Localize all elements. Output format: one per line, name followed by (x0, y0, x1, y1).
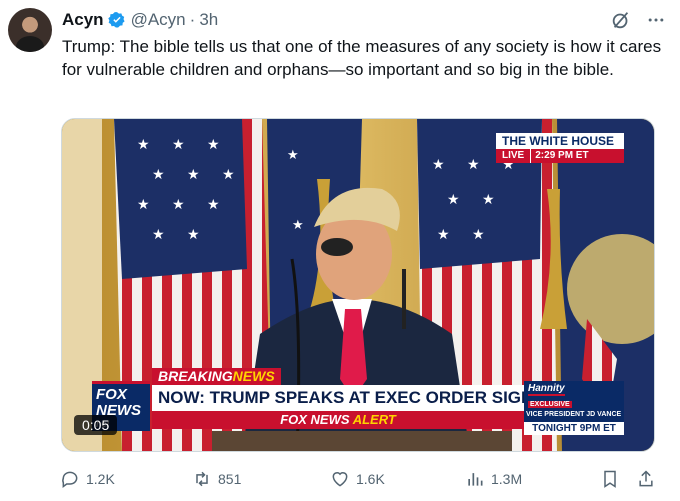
svg-text:★: ★ (207, 196, 220, 212)
svg-text:★: ★ (482, 191, 495, 207)
grok-icon[interactable] (610, 9, 632, 31)
reply-icon (62, 471, 78, 488)
promo-guest: VICE PRESIDENT JD VANCE (526, 411, 622, 418)
like-button[interactable]: 1.6K (330, 468, 385, 490)
tweet-header: Acyn @Acyn · 3h (62, 9, 666, 31)
svg-text:★: ★ (287, 147, 299, 162)
alert-word: ALERT (352, 412, 396, 427)
location-tag: THE WHITE HOUSE LIVE 2:29 PM ET (496, 133, 624, 163)
breaking-news-word: NEWS (232, 368, 275, 384)
reply-button[interactable]: 1.2K (60, 468, 115, 490)
breaking-label: BREAKING (158, 368, 233, 384)
views-button[interactable]: 1.3M (465, 468, 522, 490)
video-timestamp: 0:05 (74, 415, 118, 435)
author-name[interactable]: Acyn (62, 10, 104, 30)
reply-count: 1.2K (86, 471, 115, 487)
location-tag-label: THE WHITE HOUSE (496, 133, 624, 149)
svg-text:★: ★ (172, 136, 185, 152)
views-count: 1.3M (491, 471, 523, 487)
views-chart-icon (468, 473, 483, 486)
separator-dot: · (189, 10, 196, 29)
live-badge: LIVE (496, 149, 531, 163)
svg-text:★: ★ (137, 136, 150, 152)
video-player[interactable]: ★★★ ★★★ ★★★ ★★ ★★★★ ★★★★★★★ THE WHITE HO… (61, 118, 655, 452)
svg-text:★: ★ (207, 136, 220, 152)
alert-brand: FOX NEWS (280, 412, 350, 427)
repost-icon (196, 471, 208, 487)
bookmark-button[interactable] (600, 468, 626, 490)
share-button[interactable] (636, 468, 662, 490)
live-time: 2:29 PM ET (530, 149, 624, 163)
svg-text:★: ★ (222, 166, 235, 182)
avatar[interactable] (8, 8, 52, 52)
verified-badge-icon (107, 12, 125, 28)
svg-text:★: ★ (472, 226, 485, 242)
svg-text:★: ★ (292, 217, 304, 232)
svg-text:★: ★ (137, 196, 150, 212)
tweet-text: Trump: The bible tells us that one of th… (62, 37, 662, 79)
post-time[interactable]: 3h (199, 10, 218, 30)
svg-text:★: ★ (447, 191, 460, 207)
repost-count: 851 (218, 471, 242, 487)
svg-text:★: ★ (152, 226, 165, 242)
repost-button[interactable]: 851 (192, 468, 241, 490)
breaking-news-banner: BREAKINGNEWS (152, 368, 281, 385)
svg-text:★: ★ (467, 156, 480, 172)
heart-icon (332, 472, 348, 487)
fox-news-alert-bar: FOX NEWS ALERT (152, 411, 524, 429)
svg-text:★: ★ (187, 226, 200, 242)
share-icon (639, 470, 653, 487)
svg-text:★: ★ (152, 166, 165, 182)
promo-exclusive: EXCLUSIVE (528, 401, 572, 408)
like-count: 1.6K (356, 471, 385, 487)
bookmark-icon (604, 470, 616, 488)
svg-text:★: ★ (437, 226, 450, 242)
more-options-icon[interactable] (646, 10, 666, 30)
show-promo: Hannity EXCLUSIVE VICE PRESIDENT JD VANC… (524, 381, 624, 435)
headline-chyron: NOW: TRUMP SPEAKS AT EXEC ORDER SIGNING (152, 385, 564, 411)
promo-airtime: TONIGHT 9PM ET (524, 422, 624, 435)
promo-show-name: Hannity (528, 383, 565, 396)
action-bar: 1.2K 851 1.6K 1.3M (60, 468, 660, 490)
svg-text:★: ★ (187, 166, 200, 182)
author-handle[interactable]: @Acyn (131, 10, 186, 30)
svg-text:★: ★ (432, 156, 445, 172)
svg-text:★: ★ (172, 196, 185, 212)
